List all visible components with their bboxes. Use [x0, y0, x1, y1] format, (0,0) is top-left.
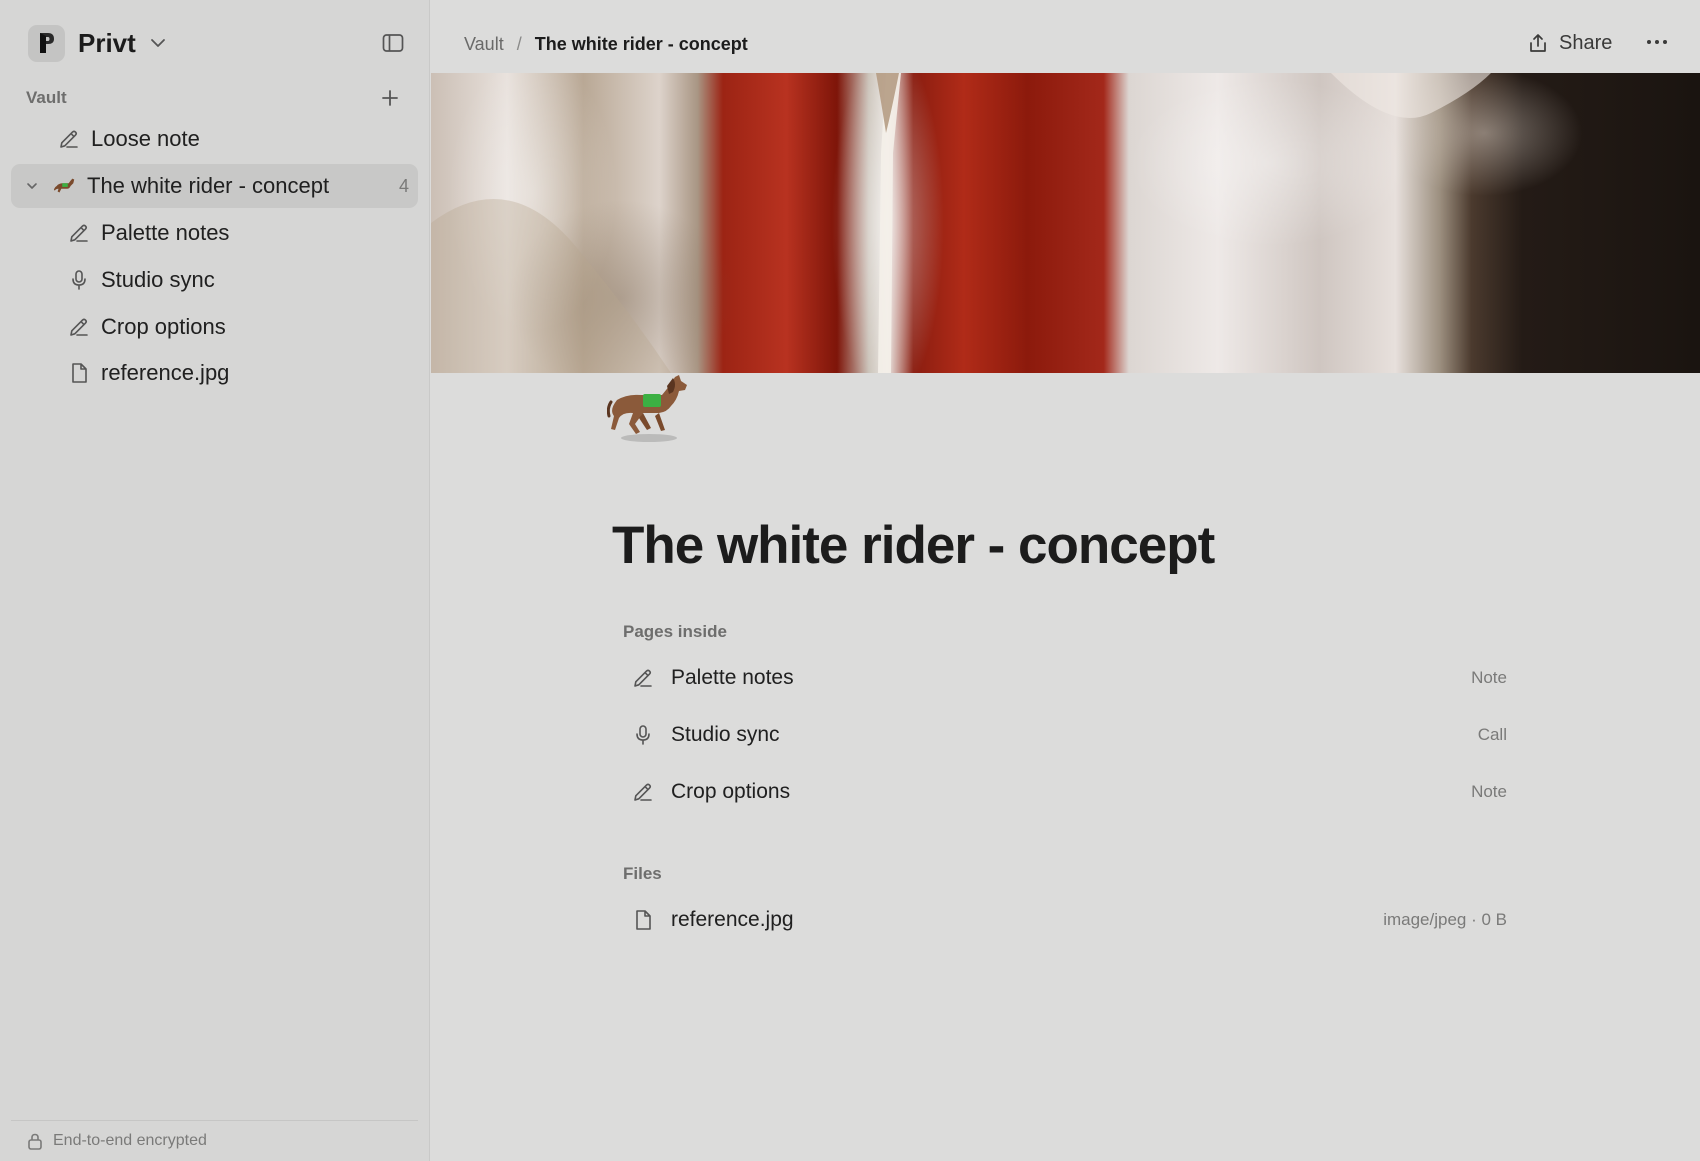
sidebar-item-label: Loose note	[91, 126, 200, 151]
add-page-button[interactable]	[378, 86, 402, 110]
chevron-down-icon	[150, 38, 166, 48]
section-label-vault: Vault	[26, 88, 67, 107]
child-count-badge: 4	[398, 175, 409, 196]
file-icon	[631, 908, 655, 932]
microphone-icon	[67, 268, 91, 292]
workspace-name: Privt	[78, 27, 136, 58]
page-row-label: Crop options	[671, 780, 791, 803]
page-row-type: Note	[1471, 668, 1507, 687]
sidebar-item-label: Crop options	[101, 314, 226, 339]
page-row-palette-notes[interactable]: Palette notes Note	[623, 653, 1507, 703]
share-label: Share	[1559, 31, 1613, 54]
share-button[interactable]: Share	[1527, 28, 1612, 58]
more-options-button[interactable]	[1643, 30, 1671, 54]
page-row-label: Studio sync	[671, 723, 780, 746]
lock-icon	[27, 1132, 43, 1150]
chevron-down-icon[interactable]	[23, 174, 41, 198]
cover-image[interactable]	[431, 73, 1700, 373]
pencil-icon	[631, 780, 655, 804]
file-row-meta: image/jpeg · 0 B	[1383, 910, 1507, 929]
sidebar-item-label: The white rider - concept	[87, 173, 330, 198]
pages-section-label: Pages inside	[623, 622, 727, 641]
pencil-icon	[67, 315, 91, 339]
breadcrumb: Vault / The white rider - concept	[464, 34, 748, 55]
ellipsis-icon	[1646, 39, 1668, 45]
top-bar: Vault / The white rider - concept Share	[431, 0, 1700, 73]
encryption-status: End-to-end encrypted	[11, 1120, 418, 1161]
pencil-icon	[631, 666, 655, 690]
horse-icon	[53, 174, 77, 198]
sidebar-item-palette-notes[interactable]: Palette notes	[67, 211, 229, 255]
files-section-label: Files	[623, 864, 662, 883]
breadcrumb-current: The white rider - concept	[534, 34, 748, 54]
sidebar-toggle-icon[interactable]	[381, 31, 405, 55]
main-content: Vault / The white rider - concept Share	[431, 0, 1700, 1161]
horse-icon[interactable]	[607, 372, 697, 444]
page-title[interactable]: The white rider - concept	[612, 515, 1215, 576]
sidebar-item-label: Palette notes	[101, 220, 230, 245]
cover-art	[431, 73, 1491, 373]
sidebar: Privt Vault Loose note The white rider -…	[0, 0, 430, 1161]
page-row-type: Note	[1471, 782, 1507, 801]
file-row-reference-jpg[interactable]: reference.jpg image/jpeg · 0 B	[623, 895, 1507, 945]
sidebar-item-label: Studio sync	[101, 267, 215, 292]
encryption-status-label: End-to-end encrypted	[53, 1132, 207, 1149]
pencil-icon	[67, 221, 91, 245]
pencil-icon	[57, 127, 81, 151]
microphone-icon	[631, 723, 655, 747]
workspace-logo	[28, 24, 65, 62]
workspace-switcher[interactable]: Privt	[28, 24, 166, 62]
sidebar-item-studio-sync[interactable]: Studio sync	[67, 258, 215, 302]
file-icon	[67, 361, 91, 385]
page-row-studio-sync[interactable]: Studio sync Call	[623, 710, 1507, 760]
page-row-crop-options[interactable]: Crop options Note	[623, 767, 1507, 817]
page-row-type: Call	[1477, 725, 1507, 744]
share-icon	[1527, 32, 1549, 54]
sidebar-item-reference-jpg[interactable]: reference.jpg	[67, 351, 229, 395]
sidebar-item-crop-options[interactable]: Crop options	[67, 305, 226, 349]
breadcrumb-separator: /	[516, 34, 522, 54]
sidebar-item-label: reference.jpg	[101, 360, 230, 385]
sidebar-item-white-rider[interactable]: The white rider - concept 4	[11, 164, 418, 208]
file-row-label: reference.jpg	[671, 908, 794, 931]
breadcrumb-vault[interactable]: Vault	[464, 34, 504, 55]
sidebar-item-loose-note[interactable]: Loose note	[57, 117, 200, 161]
page-row-label: Palette notes	[671, 666, 794, 689]
